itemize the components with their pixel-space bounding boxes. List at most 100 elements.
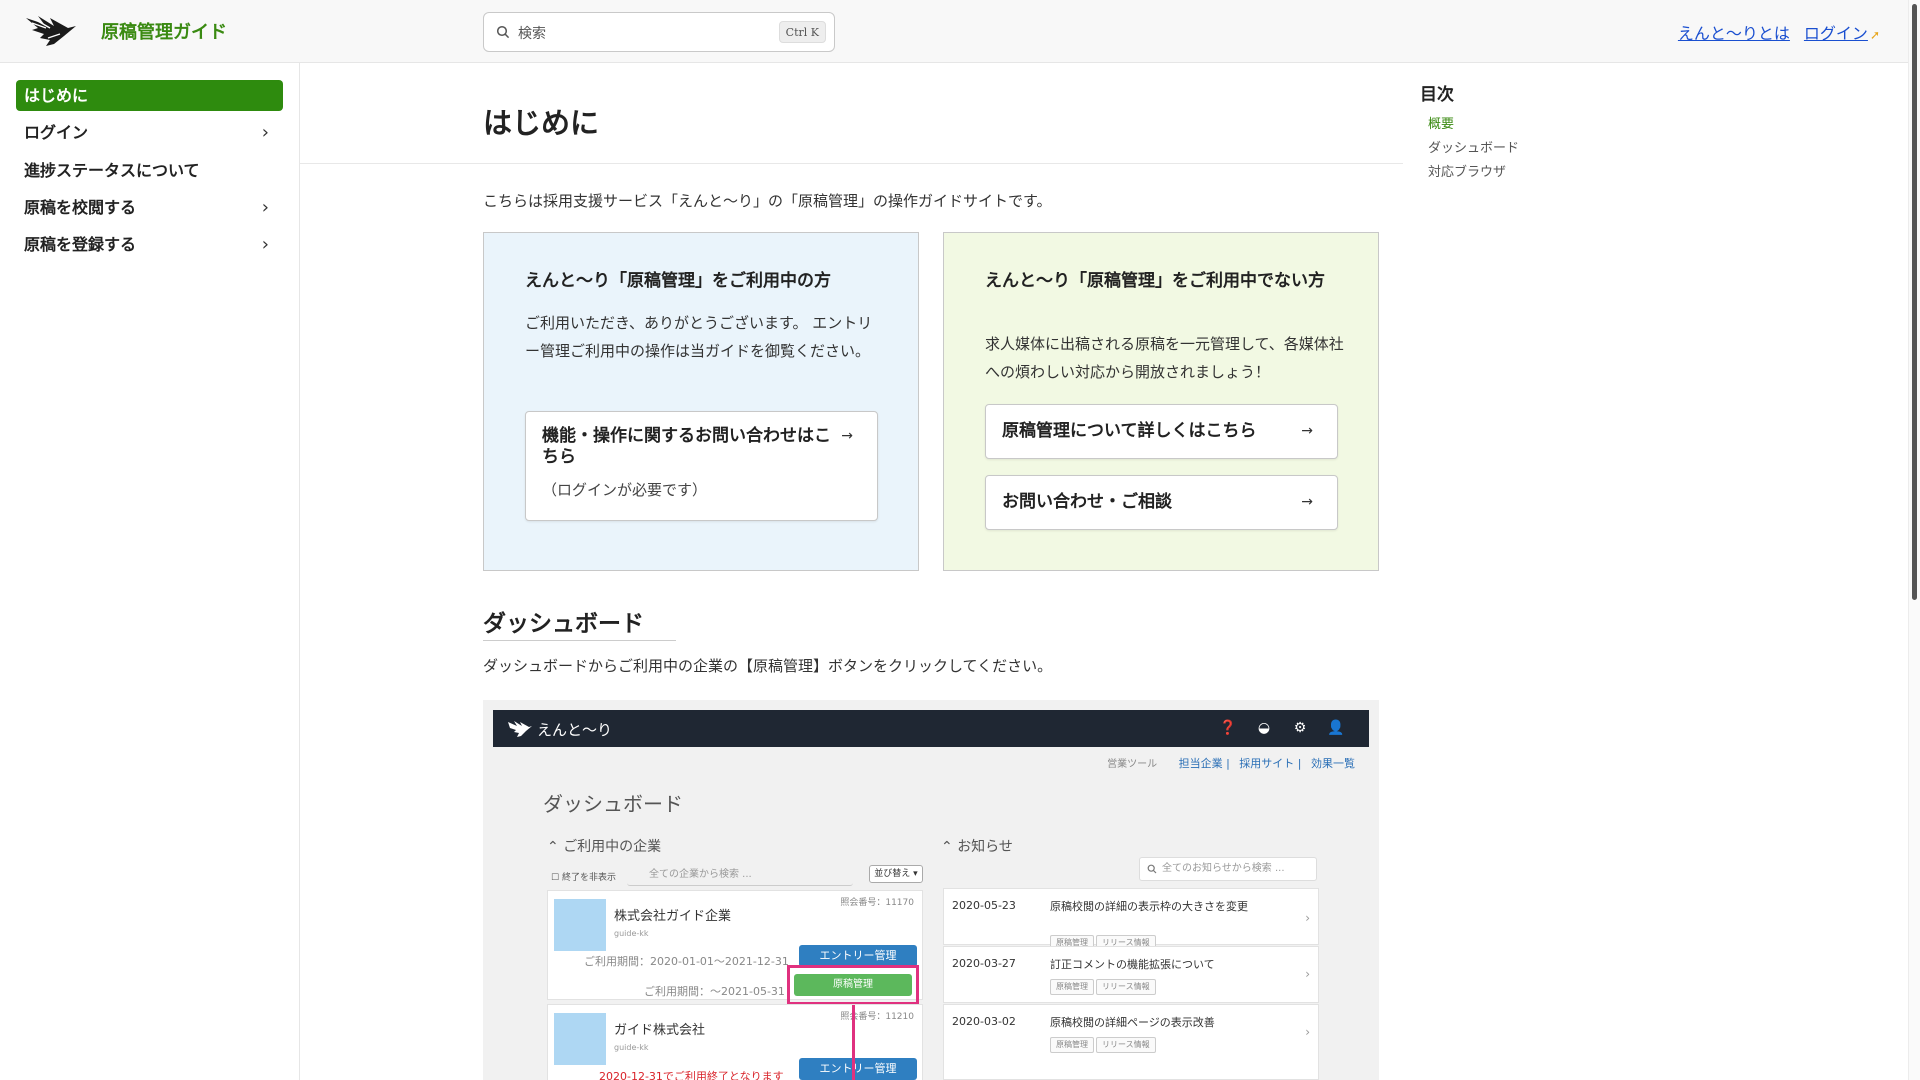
company-slug: guide-kk [614,929,649,938]
login-link[interactable]: ログイン [1804,24,1868,43]
link-label: お問い合わせ・ご相談 [1002,492,1172,512]
chevron-right-icon[interactable]: › [262,117,269,148]
search-shortcut: Ctrl K [778,21,826,43]
toc-item-dashboard[interactable]: ダッシュボード [1428,137,1519,156]
news-title: 原稿校閲の詳細ページの表示改善 [1050,1016,1215,1029]
company-name: ガイド株式会社 [614,1023,706,1038]
app-brand: えんと〜り [537,721,613,739]
card-heading: えんと〜り「原稿管理」をご利用中でない方 [985,271,1325,291]
news-item: 2020-05-23 原稿校閲の詳細の表示枠の大きさを変更 原稿管理 リリース情… [943,888,1319,951]
company-search-input: 全ての企業から検索 ... [627,864,853,886]
news-tag: 原稿管理 [1050,979,1094,995]
card-body: 求人媒体に出稿される原稿を一元管理して、各媒体社への煩わしい対応から開放されまし… [985,335,1344,381]
hide-finished-checkbox: ☐ 終了を非表示 [551,873,616,883]
company-slug: guide-kk [614,1043,649,1052]
sidebar-item-label: 原稿を登録する [24,235,137,254]
sort-button: 並び替え ▾ [869,865,923,883]
entry-management-button: エントリー管理 [799,945,917,967]
card-current-users: えんと〜り「原稿管理」をご利用中の方 ご利用いただき、ありがとうございます。 エ… [483,232,919,571]
termination-warning: 2020-12-31でご利用終了となります [599,1070,784,1080]
sidebar-item-label: ログイン [24,123,89,142]
highlight-box [787,965,919,1005]
search-placeholder: 検索 [518,26,546,42]
news-tag: リリース情報 [1096,979,1156,995]
card-heading: えんと〜り「原稿管理」をご利用中の方 [525,271,831,291]
hide-finished-label: 終了を非表示 [561,873,616,883]
bird-logo-icon[interactable] [24,14,78,48]
arrow-right-icon: → [1301,423,1313,439]
company-thumbnail [554,1013,606,1065]
dashboard-icon: ◒ [1257,720,1271,736]
companies-heading: ⌃ ご利用中の企業 [547,839,662,855]
arrow-right-icon: → [1301,494,1313,510]
news-date: 2020-03-02 [952,1015,1016,1028]
site-header: 原稿管理ガイド 検索 Ctrl K えんと〜りとは ログイン ➚ [0,0,1920,63]
user-icon: 👤 [1327,720,1345,736]
usage-period: ご利用期間：〜2021-05-31 [644,985,785,998]
link-note: （ログインが必要です） [542,481,708,499]
page-scrollbar[interactable] [1908,0,1920,1080]
news-date: 2020-03-27 [952,957,1016,970]
sidebar-item-label: はじめに [24,86,89,105]
chevron-right-icon[interactable]: › [262,229,269,260]
companies-heading-label: ご利用中の企業 [563,839,662,855]
chevron-right-icon: › [1305,1025,1310,1039]
app-header: えんと〜り ❓ ◒ ⚙ 👤 [493,710,1369,747]
toc-title: 目次 [1420,85,1454,105]
site-title[interactable]: 原稿管理ガイド [101,18,227,44]
news-title: 原稿校閲の詳細の表示枠の大きさを変更 [1050,900,1248,913]
settings-icon: ⚙ [1293,720,1307,736]
bird-logo-icon [508,721,532,737]
contact-link[interactable]: お問い合わせ・ご相談 → [985,475,1338,530]
entry-management-button: エントリー管理 [799,1058,917,1080]
scrollbar-thumb[interactable] [1912,4,1917,600]
news-item: 2020-03-02 原稿校閲の詳細ページの表示改善 原稿管理 リリース情報 › [943,1004,1319,1080]
page-title: はじめに [483,106,600,140]
company-thumbnail [554,899,606,951]
company-number: 照会番号：11170 [840,898,914,908]
divider [483,640,676,641]
sidebar-item-review[interactable]: 原稿を校閲する › [16,192,283,223]
news-title: 訂正コメントの機能拡張について [1050,958,1215,971]
sidebar: はじめに ログイン › 進捗ステータスについて 原稿を校閲する › 原稿を登録する › [0,63,300,1080]
assigned-companies-link: 担当企業 [1178,757,1223,770]
top-links: えんと〜りとは ログイン ➚ [1664,20,1880,44]
toc-item-browsers[interactable]: 対応ブラウザ [1428,161,1506,180]
sales-tools-label: 営業ツール [1107,759,1158,770]
dashboard-screenshot: えんと〜り ❓ ◒ ⚙ 👤 営業ツール 担当企業 | 採用サイト | 効果一覧 … [483,700,1379,1080]
chevron-right-icon: › [1305,911,1310,925]
chevron-right-icon: › [1305,967,1310,981]
news-item: 2020-03-27 訂正コメントの機能拡張について 原稿管理 リリース情報 › [943,946,1319,1003]
card-body: ご利用いただき、ありがとうございます。 エントリー管理ご利用中の操作は当ガイドを… [525,314,873,360]
chevron-right-icon[interactable]: › [262,192,269,223]
arrow-right-icon: → [841,428,853,444]
news-heading: ⌃ お知らせ [941,839,1013,855]
search-icon [1147,864,1157,874]
search-input[interactable]: 検索 Ctrl K [483,12,835,52]
link-label: 機能・操作に関するお問い合わせはこちら [542,426,831,467]
section-title-dashboard: ダッシュボード [483,611,644,637]
highlight-connector [852,1005,855,1080]
about-link[interactable]: えんと〜りとは [1678,24,1790,43]
sidebar-item-label: 進捗ステータスについて [24,161,200,180]
sidebar-item-label: 原稿を校閲する [24,198,137,217]
sort-label: 並び替え [874,869,911,879]
usage-period: ご利用期間：2020-01-01〜2021-12-31 [584,955,789,968]
support-inquiry-link[interactable]: 機能・操作に関するお問い合わせはこちら → （ログインが必要です） [525,411,878,521]
news-tag: 原稿管理 [1050,1037,1094,1053]
search-icon [496,25,510,39]
sidebar-item-login[interactable]: ログイン › [16,117,283,148]
sidebar-item-intro[interactable]: はじめに [16,80,283,111]
toc-item-overview[interactable]: 概要 [1428,113,1454,132]
recruit-site-link: 採用サイト [1239,757,1295,770]
effects-list-link: 効果一覧 [1311,757,1355,770]
company-name: 株式会社ガイド企業 [614,909,732,924]
news-heading-label: お知らせ [957,839,1013,855]
product-details-link[interactable]: 原稿管理について詳しくはこちら → [985,404,1338,459]
sidebar-item-register[interactable]: 原稿を登録する › [16,229,283,260]
card-non-users: えんと〜り「原稿管理」をご利用中でない方 求人媒体に出稿される原稿を一元管理して… [943,232,1379,571]
sidebar-item-status[interactable]: 進捗ステータスについて [16,155,283,186]
divider [300,163,1403,164]
dashboard-title: ダッシュボード [543,792,683,816]
section-text: ダッシュボードからご利用中の企業の【原稿管理】ボタンをクリックしてください。 [483,657,1053,675]
